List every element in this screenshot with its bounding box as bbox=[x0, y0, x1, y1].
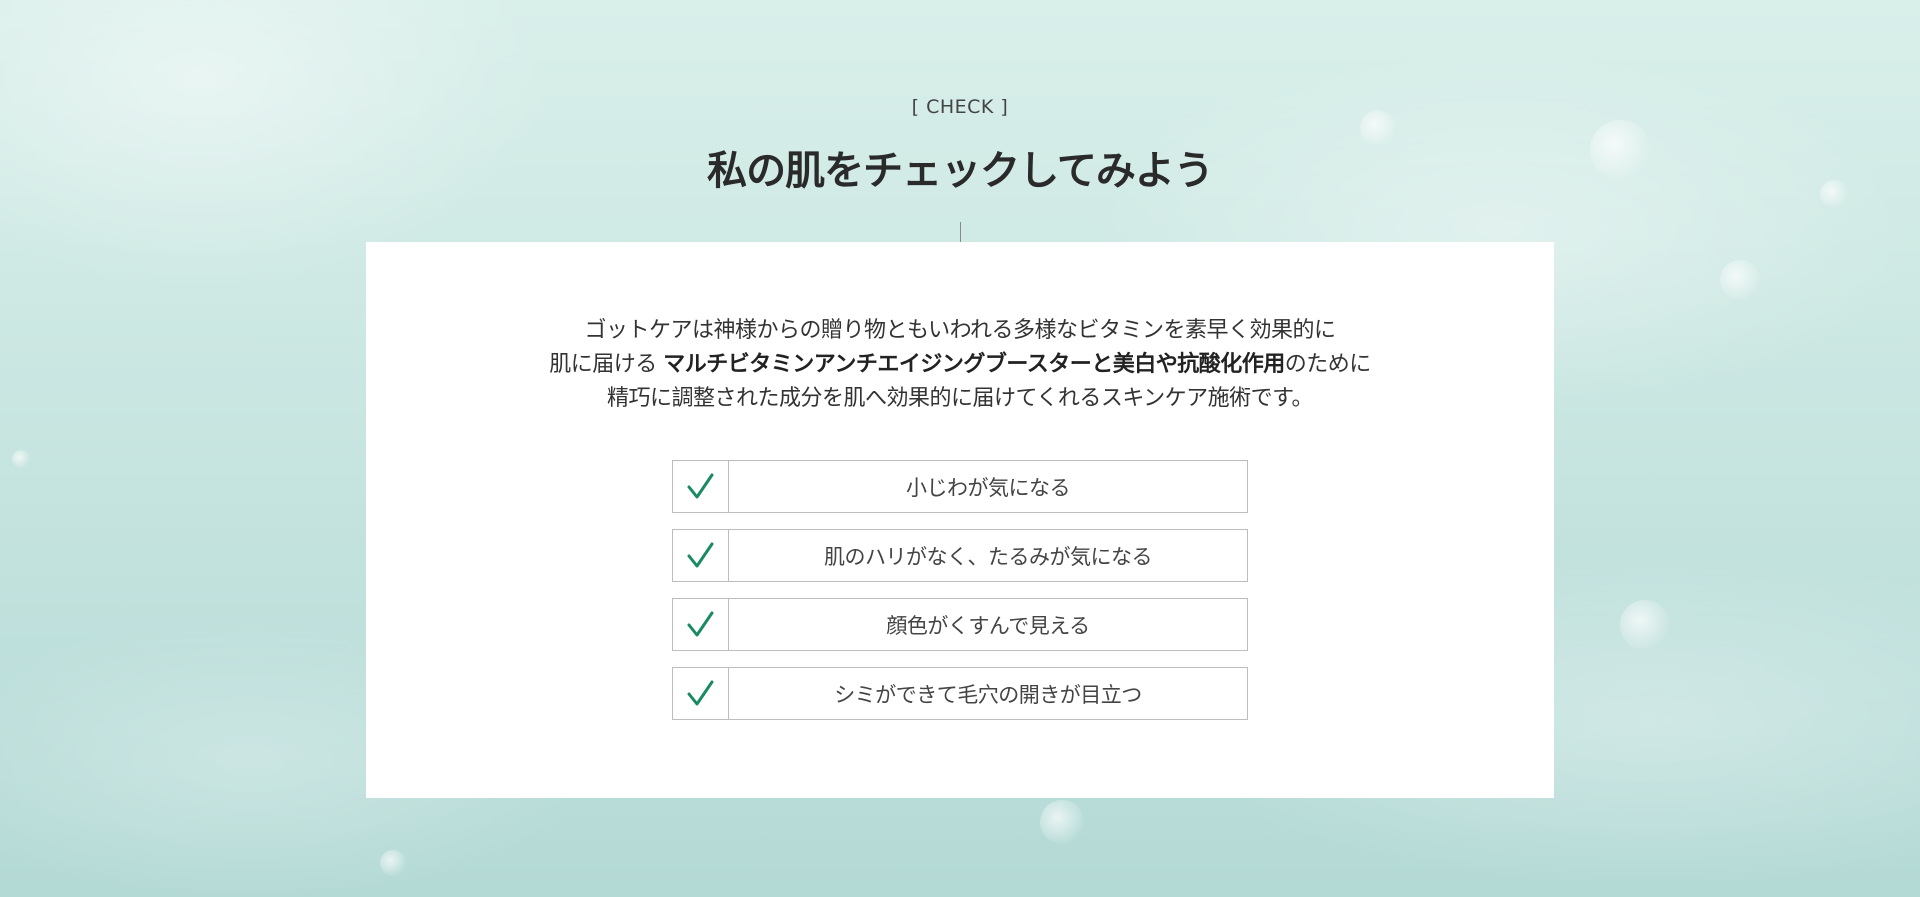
intro-line-3: 精巧に調整された成分を肌へ効果的に届けてくれるスキンケア施術です。 bbox=[607, 386, 1313, 411]
intro-line-1: ゴットケアは神様からの贈り物ともいわれる多様なビタミンを素早く効果的に bbox=[584, 318, 1336, 343]
checkbox[interactable] bbox=[673, 461, 729, 512]
checkbox[interactable] bbox=[673, 530, 729, 581]
background-bubble bbox=[1620, 600, 1670, 650]
intro-line-2-suffix: のために bbox=[1284, 352, 1372, 377]
checklist-item-label: 顔色がくすんで見える bbox=[886, 613, 1090, 638]
checklist-item[interactable]: 小じわが気になる bbox=[672, 460, 1248, 513]
checkmark-icon bbox=[687, 473, 713, 498]
checklist-item-label: シミができて毛穴の開きが目立つ bbox=[834, 682, 1142, 707]
checklist-item[interactable]: 顔色がくすんで見える bbox=[672, 598, 1248, 651]
checkbox[interactable] bbox=[673, 668, 729, 719]
checklist: 小じわが気になる 肌のハリがなく、たるみが気になる 顔色がくすんで見える シミが… bbox=[672, 460, 1248, 736]
checkmark-icon bbox=[687, 680, 713, 705]
checklist-item-label: 肌のハリがなく、たるみが気になる bbox=[824, 544, 1153, 569]
checkmark-icon bbox=[687, 542, 713, 567]
checkmark-icon bbox=[687, 611, 713, 636]
checklist-item-label: 小じわが気になる bbox=[906, 475, 1071, 500]
background-bubble bbox=[1040, 800, 1084, 844]
checklist-item[interactable]: 肌のハリがなく、たるみが気になる bbox=[672, 529, 1248, 582]
background-bubble bbox=[12, 450, 30, 468]
intro-highlight: マルチビタミンアンチエイジングブースターと美白や抗酸化作用 bbox=[663, 352, 1285, 377]
section-eyebrow: [ CHECK ] bbox=[911, 96, 1009, 118]
background-bubble bbox=[380, 850, 406, 876]
section-title: 私の肌をチェックしてみよう bbox=[707, 148, 1214, 194]
checkbox[interactable] bbox=[673, 599, 729, 650]
intro-text: ゴットケアは神様からの贈り物ともいわれる多様なビタミンを素早く効果的に 肌に届け… bbox=[366, 314, 1554, 416]
intro-line-2: 肌に届ける マルチビタミンアンチエイジングブースターと美白や抗酸化作用のために bbox=[366, 348, 1554, 382]
intro-line-2-prefix: 肌に届ける bbox=[549, 352, 664, 377]
background-bubble bbox=[1720, 260, 1760, 300]
checklist-item[interactable]: シミができて毛穴の開きが目立つ bbox=[672, 667, 1248, 720]
check-card: ゴットケアは神様からの贈り物ともいわれる多様なビタミンを素早く効果的に 肌に届け… bbox=[366, 242, 1554, 798]
